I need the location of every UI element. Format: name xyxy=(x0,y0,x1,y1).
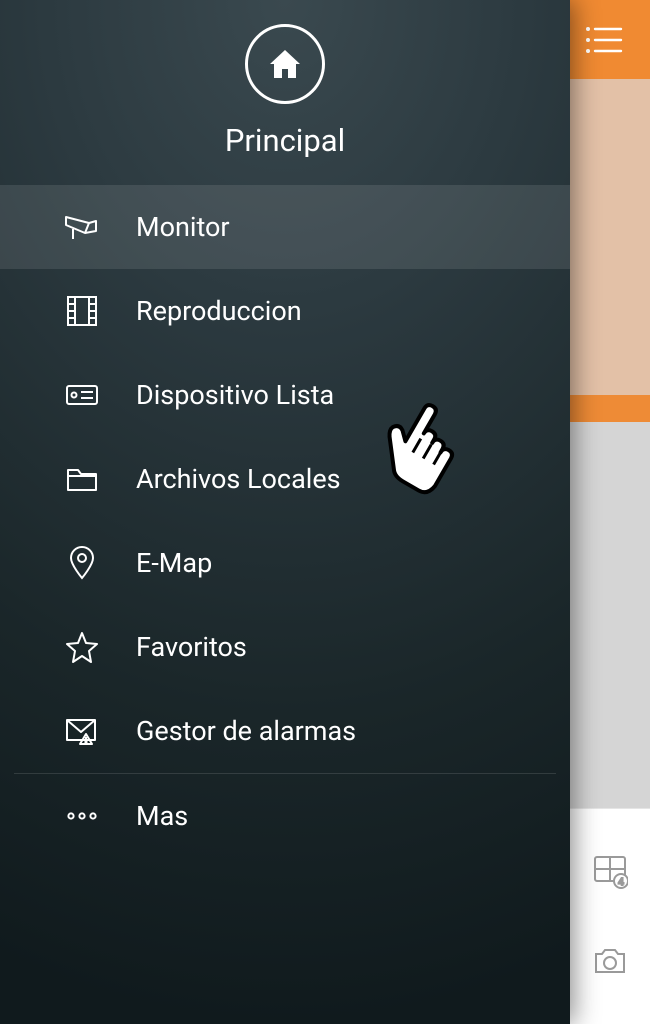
bottom-toolbar: 4 xyxy=(570,808,650,1024)
menu-list-icon[interactable] xyxy=(585,25,623,55)
sidebar-item-label: Monitor xyxy=(136,211,230,243)
selection-strip xyxy=(570,395,650,422)
film-icon xyxy=(62,291,102,331)
sidebar-item-favoritos[interactable]: Favoritos xyxy=(0,605,570,689)
sidebar-item-label: Favoritos xyxy=(136,631,247,663)
sidebar-item-label: Reproduccion xyxy=(136,295,302,327)
alarm-icon xyxy=(62,711,102,751)
sidebar-item-label: E-Map xyxy=(136,547,212,579)
background-content: 4 xyxy=(570,0,650,1024)
sidebar-item-gestor-alarmas[interactable]: Gestor de alarmas xyxy=(0,689,570,773)
camera-icon xyxy=(62,207,102,247)
star-icon xyxy=(62,627,102,667)
sidebar-drawer: Principal Monitor xyxy=(0,0,570,1024)
sidebar-title: Principal xyxy=(225,122,345,159)
sidebar-item-label: Mas xyxy=(136,800,188,832)
sidebar-header: Principal xyxy=(0,0,570,185)
sidebar-item-reproduccion[interactable]: Reproduccion xyxy=(0,269,570,353)
camera-snapshot-icon[interactable] xyxy=(590,941,630,981)
sidebar-item-dispositivo-lista[interactable]: Dispositivo Lista xyxy=(0,353,570,437)
sidebar-item-archivos-locales[interactable]: Archivos Locales xyxy=(0,437,570,521)
folder-icon xyxy=(62,459,102,499)
sidebar-menu: Monitor Reproduccion xyxy=(0,185,570,773)
empty-tile xyxy=(570,422,650,808)
sidebar-item-label: Gestor de alarmas xyxy=(136,715,356,747)
more-icon xyxy=(62,796,102,836)
grid4-icon[interactable]: 4 xyxy=(590,852,630,892)
video-tile xyxy=(570,79,650,395)
top-bar xyxy=(570,0,650,79)
sidebar-item-monitor[interactable]: Monitor xyxy=(0,185,570,269)
sidebar-item-label: Dispositivo Lista xyxy=(136,379,334,411)
sidebar-item-label: Archivos Locales xyxy=(136,463,341,495)
pin-icon xyxy=(62,543,102,583)
sidebar-item-emap[interactable]: E-Map xyxy=(0,521,570,605)
device-icon xyxy=(62,375,102,415)
home-icon[interactable] xyxy=(245,24,325,104)
sidebar-item-mas[interactable]: Mas xyxy=(0,774,570,858)
svg-text:4: 4 xyxy=(618,877,624,888)
